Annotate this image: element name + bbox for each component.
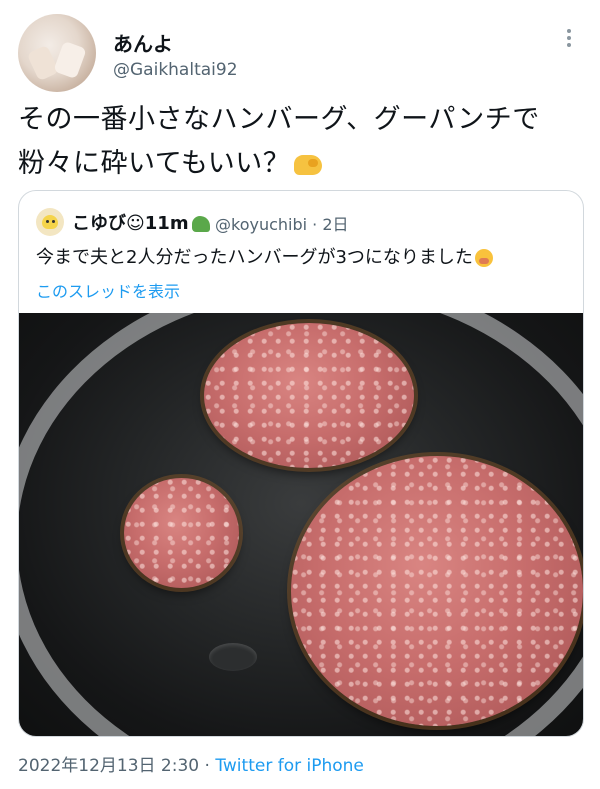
quoted-text: 今まで夫と2人分だったハンバーグが3つになりました — [36, 243, 493, 273]
author-handle[interactable]: @Gaikhaltai92 — [113, 60, 238, 80]
author-avatar[interactable] — [18, 14, 96, 92]
medium-patty — [204, 323, 414, 468]
small-patty — [124, 478, 239, 588]
quoted-author-name[interactable]: こゆび☺11m — [72, 209, 210, 235]
tweet-body: その一番小さなハンバーグ、グーパンチで粉々に砕いてもいい？ — [18, 104, 540, 179]
avatar-image-detail — [26, 44, 60, 82]
smiling-face-emoji-icon — [474, 249, 493, 267]
dinosaur-emoji-icon — [191, 216, 210, 232]
tweet-text: その一番小さなハンバーグ、グーパンチで粉々に砕いてもいい？ — [18, 98, 586, 186]
show-thread-link[interactable]: このスレッドを表示 — [36, 278, 180, 302]
large-patty — [291, 456, 583, 726]
quoted-body: 今まで夫と2人分だったハンバーグが3つになりました — [36, 247, 473, 268]
grease-spot — [209, 643, 257, 671]
quoted-display-name: こゆび☺11m — [72, 213, 189, 234]
quoted-tweet-card[interactable]: こゆび☺11m @koyuchibi · 2日 今まで夫と2人分だったハンバーグ… — [18, 190, 584, 737]
more-options-icon[interactable] — [560, 26, 578, 54]
timestamp[interactable]: 2022年12月13日 2:30 — [18, 756, 199, 776]
source-link[interactable]: Twitter for iPhone — [215, 756, 364, 776]
hamburger-photo[interactable] — [19, 313, 583, 736]
separator: · — [204, 756, 210, 776]
avatar-image-detail — [53, 40, 87, 80]
quoted-handle-date: @koyuchibi · 2日 — [215, 215, 349, 234]
tweet-footer: 2022年12月13日 2:30 · Twitter for iPhone — [18, 751, 364, 776]
author-display-name[interactable]: あんよ — [113, 28, 173, 57]
fist-emoji-icon — [294, 154, 323, 175]
quoted-author-avatar[interactable] — [36, 208, 64, 236]
